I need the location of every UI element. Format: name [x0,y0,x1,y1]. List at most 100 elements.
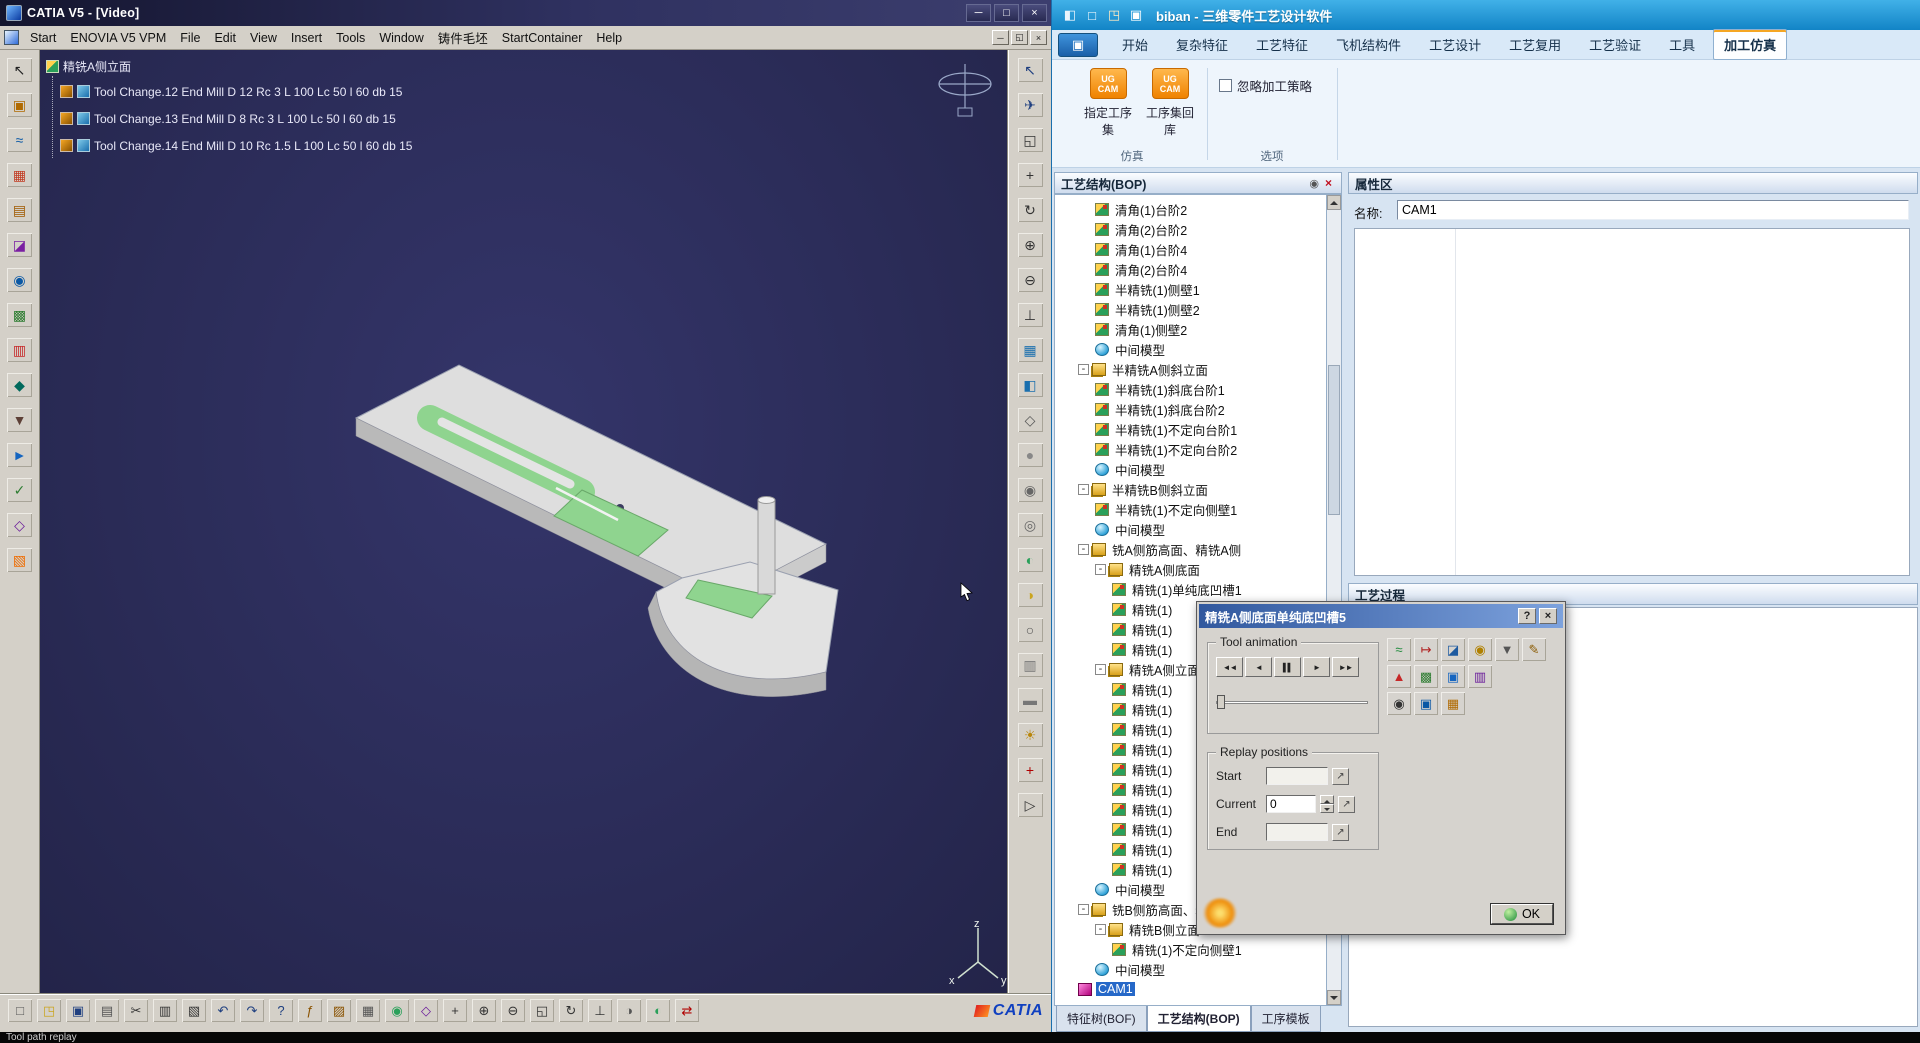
wireframe-icon[interactable]: ◎ [1018,513,1043,537]
magnifier-icon[interactable]: ○ [1018,618,1043,642]
play-button[interactable]: ► [1303,657,1330,677]
fx-knowledge-icon[interactable]: ƒ [298,999,322,1022]
dialog-close-icon[interactable]: × [1539,608,1557,624]
catia-menu-item[interactable]: ENOVIA V5 VPM [63,28,173,48]
save-icon[interactable]: ▣ [1126,5,1146,25]
snap-icon[interactable]: ◉ [385,999,409,1022]
drilling-icon[interactable]: ◉ [7,268,32,292]
bop-tree-item[interactable]: -半精铣B侧斜立面 [1055,479,1326,499]
spec-tree-root[interactable]: 精铣A侧立面 [46,54,412,78]
bop-tree-item[interactable]: 半精铣(1)斜底台阶2 [1055,399,1326,419]
lighting-icon[interactable]: ☀ [1018,723,1043,747]
bop-tree-item[interactable]: 清角(2)台阶2 [1055,219,1326,239]
current-pick-button[interactable]: ↗ [1338,796,1355,813]
open-icon[interactable]: ◳ [1104,5,1124,25]
open-icon[interactable]: ◳ [37,999,61,1022]
tab-op-template[interactable]: 工序模板 [1251,1006,1321,1032]
slider-thumb[interactable] [1217,695,1225,709]
pan-icon[interactable]: + [443,999,467,1022]
catia-menu-item[interactable]: Tools [329,28,372,48]
shading-icon[interactable]: ● [1018,443,1043,467]
ribbon-tab[interactable]: 工艺特征 [1246,30,1318,59]
catia-menu-item[interactable]: File [173,28,207,48]
compass[interactable] [932,56,998,122]
new-document-icon[interactable]: □ [8,999,32,1022]
roughing-icon[interactable]: ▩ [7,303,32,327]
measure-icon[interactable]: ◇ [7,513,32,537]
current-input[interactable] [1266,795,1316,813]
3d-viewport[interactable]: 精铣A侧立面 Tool Change.12 End Mill D 12 Rc 3… [40,50,1008,994]
fit-all-icon[interactable]: ◱ [1018,128,1043,152]
spec-tree-item[interactable]: Tool Change.13 End Mill D 8 Rc 3 L 100 L… [60,105,412,132]
fly-mode-icon[interactable]: ✈ [1018,93,1043,117]
print-icon[interactable]: ▤ [95,999,119,1022]
machining-process-icon[interactable]: ▣ [7,93,32,117]
bop-tree-item[interactable]: 半精铣(1)不定向台阶1 [1055,419,1326,439]
select-icon[interactable]: ↖ [7,58,32,82]
exchange-icon[interactable]: ⇄ [675,999,699,1022]
save-icon[interactable]: ▣ [66,999,90,1022]
facing-icon[interactable]: ▤ [7,198,32,222]
checkbox-icon[interactable] [1219,79,1232,92]
iso-view-icon[interactable]: ◇ [1018,408,1043,432]
scroll-up-icon[interactable] [1327,195,1341,210]
catia-titlebar[interactable]: CATIA V5 - [Video] ─□× [0,0,1051,26]
go-to-end-button[interactable]: ►► [1332,657,1359,677]
contour-icon[interactable]: ◆ [7,373,32,397]
rotate-view-icon[interactable]: ↻ [559,999,583,1022]
catia-menu-item[interactable]: 铸件毛坯 [431,25,495,50]
go-to-start-button[interactable]: ◄◄ [1216,657,1243,677]
ribbon-tab[interactable]: 复杂特征 [1166,30,1238,59]
collapse-icon[interactable]: - [1095,924,1106,935]
bop-tree-item[interactable]: 半精铣(1)不定向侧壁1 [1055,499,1326,519]
catia-menu-item[interactable]: View [243,28,284,48]
sweeping-icon[interactable]: ▥ [7,338,32,362]
ground-icon[interactable]: ▬ [1018,688,1043,712]
bop-tree-item[interactable]: 中间模型 [1055,519,1326,539]
toolpath-replay-icon[interactable]: ≈ [1387,638,1411,661]
hide-show-icon[interactable]: ◐ [646,999,670,1022]
pause-button[interactable]: ▌▌ [1274,657,1301,677]
ribbon-tab[interactable]: 工艺复用 [1499,30,1571,59]
measure-icon[interactable]: ◇ [414,999,438,1022]
ribbon-tab[interactable]: 加工仿真 [1713,29,1787,60]
plane-mode-icon[interactable]: ◪ [1441,638,1465,661]
collision-detect-icon[interactable]: ▲ [1387,665,1411,688]
graph-tree-icon[interactable]: ▷ [1018,793,1043,817]
fit-all-icon[interactable]: ◱ [530,999,554,1022]
tab-feature-tree[interactable]: 特征树(BOF) [1056,1006,1147,1032]
minimize-button[interactable]: ─ [966,4,991,22]
catia-menu-item[interactable]: Window [372,28,430,48]
undo-icon[interactable]: ↶ [211,999,235,1022]
replay-dialog[interactable]: 精铣A侧底面单纯底凹槽5 ? × Tool animation ◄◄◄▌▌►►►… [1196,601,1566,935]
redo-icon[interactable]: ↷ [240,999,264,1022]
film-icon[interactable]: ▦ [1441,692,1465,715]
normal-view-icon[interactable]: ⊥ [588,999,612,1022]
ribbon-tab[interactable]: 工具 [1659,30,1705,59]
current-spinner[interactable] [1320,795,1334,813]
spin-up-icon[interactable] [1320,795,1334,804]
bop-tree-item[interactable]: 精铣(1)单纯底凹槽1 [1055,579,1326,599]
machined-part-model[interactable] [320,340,880,770]
pocketing-icon[interactable]: ▦ [7,163,32,187]
animation-slider[interactable] [1216,693,1368,711]
pan-icon[interactable]: + [1018,163,1043,187]
bop-tree-item[interactable]: 清角(2)台阶4 [1055,259,1326,279]
bop-tree-item[interactable]: 半精铣(1)侧壁2 [1055,299,1326,319]
zoom-out-icon[interactable]: ⊖ [501,999,525,1022]
catalog-icon[interactable]: ▨ [327,999,351,1022]
step-backward-button[interactable]: ◄ [1245,657,1272,677]
collapse-icon[interactable]: - [1095,664,1106,675]
zoom-out-icon[interactable]: ⊖ [1018,268,1043,292]
collapse-icon[interactable]: - [1078,364,1089,375]
end-pick-button[interactable]: ↗ [1332,824,1349,841]
name-input[interactable] [1397,200,1909,220]
ribbon-tab[interactable]: 工艺验证 [1579,30,1651,59]
return-opset-button[interactable]: UG CAM 工序集回库 [1141,68,1199,138]
ribbon-tab[interactable]: 飞机结构件 [1326,30,1411,59]
step-mode-icon[interactable]: ↦ [1414,638,1438,661]
new-icon[interactable]: □ [1082,5,1102,25]
analysis-icon[interactable]: ✓ [7,478,32,502]
shading-edges-icon[interactable]: ◉ [1018,478,1043,502]
ignore-strategy-checkbox[interactable]: 忽略加工策略 [1219,76,1312,95]
